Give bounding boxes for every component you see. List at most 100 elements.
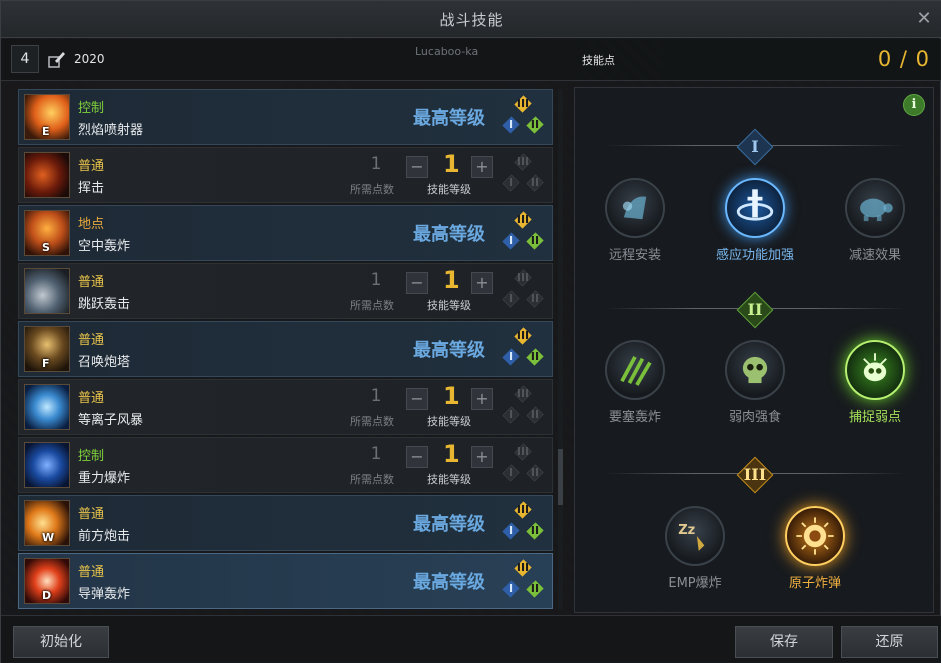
- tier-indicators: III I II: [499, 442, 549, 490]
- tier-1-icon: I: [502, 290, 520, 308]
- skill-points-value: 0 / 0: [877, 47, 930, 71]
- skill-points-label: 技能点: [582, 54, 615, 67]
- info-bar: 4 2020 Lucaboo-ka 技能点 0 / 0: [1, 39, 941, 81]
- tier-2-icon: II: [526, 174, 544, 192]
- tree-node-sensor-boost[interactable]: 感应功能加强: [700, 178, 810, 263]
- skill-level-label: 技能等级: [427, 473, 471, 486]
- tier-1-icon: I: [502, 232, 520, 250]
- tier-1-icon: I: [502, 174, 520, 192]
- skill-type: 控制: [78, 101, 105, 116]
- gravity-blast-icon[interactable]: [24, 442, 70, 488]
- skill-row[interactable]: 普通 跳跃轰击 1 所需点数 − 1 + 技能等级 III I II: [18, 263, 553, 319]
- skill-row[interactable]: 普通 等离子风暴 1 所需点数 − 1 + 技能等级 III I II: [18, 379, 553, 435]
- info-icon[interactable]: i: [903, 94, 925, 116]
- target-icon: [845, 340, 905, 400]
- player-name: Lucaboo-ka: [415, 45, 479, 58]
- hotkey-label: W: [42, 531, 55, 544]
- skill-level-value: 1: [443, 266, 460, 294]
- skill-list: E 控制 烈焰喷射器 最高等级 III I II 普通 挥击 1 所需点数 − 1 …: [18, 89, 553, 611]
- skill-type: 普通: [78, 159, 105, 174]
- skill-type: 普通: [78, 333, 105, 348]
- decrease-level-button[interactable]: −: [406, 272, 428, 294]
- skill-type: 普通: [78, 565, 105, 580]
- tier-indicators: III I II: [499, 500, 549, 548]
- required-points-value: 1: [370, 154, 382, 174]
- tier-2-icon: II: [526, 522, 544, 540]
- reset-button[interactable]: 初始化: [13, 626, 109, 658]
- tier-indicators: III I II: [499, 326, 549, 374]
- scrollbar-thumb[interactable]: [558, 449, 563, 505]
- skill-name: 跳跃轰击: [78, 297, 131, 312]
- max-level-label: 最高等级: [413, 224, 485, 245]
- forward-barrage-icon[interactable]: W: [24, 500, 70, 546]
- restore-button[interactable]: 还原: [841, 626, 938, 658]
- tier-indicators: III I II: [499, 268, 549, 316]
- tier-marker-2: II: [736, 291, 774, 329]
- tier-3-icon: III: [514, 269, 532, 287]
- tier-marker-3: III: [736, 456, 774, 494]
- tree-node-survival[interactable]: 弱肉强食: [700, 340, 810, 425]
- score-value: 2020: [74, 52, 105, 66]
- tree-node-slow-effect[interactable]: 减速效果: [820, 178, 930, 263]
- skill-row[interactable]: 普通 挥击 1 所需点数 − 1 + 技能等级 III I II: [18, 147, 553, 203]
- skill-row[interactable]: 控制 重力爆炸 1 所需点数 − 1 + 技能等级 III I II: [18, 437, 553, 493]
- tier-1-icon: I: [502, 464, 520, 482]
- skill-level-value: 1: [443, 440, 460, 468]
- tier-2-icon: II: [526, 348, 544, 366]
- tier-3-icon: III: [514, 501, 532, 519]
- tree-node-fortress-bombard[interactable]: 要塞轰炸: [580, 340, 690, 425]
- decrease-level-button[interactable]: −: [406, 156, 428, 178]
- max-level-label: 最高等级: [413, 514, 485, 535]
- skill-type: 控制: [78, 449, 105, 464]
- missile-strike-icon[interactable]: D: [24, 558, 70, 604]
- tier-2-icon: II: [526, 232, 544, 250]
- skill-row[interactable]: F 普通 召唤炮塔 最高等级 III I II: [18, 321, 553, 377]
- increase-level-button[interactable]: +: [471, 446, 493, 468]
- skill-type: 普通: [78, 275, 105, 290]
- max-level-label: 最高等级: [413, 572, 485, 593]
- tree-node-emp-blast[interactable]: Zz EMP爆炸: [640, 506, 750, 591]
- skill-row[interactable]: D 普通 导弹轰炸 最高等级 III I II: [18, 553, 553, 609]
- required-points-label: 所需点数: [350, 183, 394, 196]
- tier-2-icon: II: [526, 290, 544, 308]
- flamethrower-icon[interactable]: E: [24, 94, 70, 140]
- increase-level-button[interactable]: +: [471, 388, 493, 410]
- tree-node-catch-weakness[interactable]: 捕捉弱点: [820, 340, 930, 425]
- increase-level-button[interactable]: +: [471, 272, 493, 294]
- required-points-label: 所需点数: [350, 473, 394, 486]
- skill-row[interactable]: W 普通 前方炮击 最高等级 III I II: [18, 495, 553, 551]
- save-button[interactable]: 保存: [735, 626, 833, 658]
- tier-2-icon: II: [526, 464, 544, 482]
- decrease-level-button[interactable]: −: [406, 388, 428, 410]
- tree-node-atomic-bomb[interactable]: 原子炸弹: [760, 506, 870, 591]
- pen-icon: [48, 52, 65, 68]
- skill-level-label: 技能等级: [427, 183, 471, 196]
- close-icon[interactable]: ✕: [914, 9, 934, 29]
- skill-row[interactable]: S 地点 空中轰炸 最高等级 III I II: [18, 205, 553, 261]
- plasma-storm-icon[interactable]: [24, 384, 70, 430]
- atomic-bomb-icon: [785, 506, 845, 566]
- tier-marker-1: I: [736, 128, 774, 166]
- increase-level-button[interactable]: +: [471, 156, 493, 178]
- tier-3-icon: III: [514, 385, 532, 403]
- skill-tree-panel: i I 远程安装 感应功能加强 减速效果 II 要塞轰炸 弱肉强食 捕捉弱点 I…: [574, 87, 934, 613]
- swing-strike-icon[interactable]: [24, 152, 70, 198]
- required-points-value: 1: [370, 444, 382, 464]
- claw-icon: [605, 340, 665, 400]
- skill-row[interactable]: E 控制 烈焰喷射器 最高等级 III I II: [18, 89, 553, 145]
- skill-name: 等离子风暴: [78, 413, 144, 428]
- tier-3-icon: III: [514, 153, 532, 171]
- title-bar: 战斗技能 ✕: [1, 1, 941, 38]
- emp-icon: Zz: [665, 506, 725, 566]
- tree-node-remote-install[interactable]: 远程安装: [580, 178, 690, 263]
- combat-skills-window: 战斗技能 ✕ 4 2020 Lucaboo-ka 技能点 0 / 0 E 控制 …: [0, 0, 941, 663]
- skill-level-value: 1: [443, 150, 460, 178]
- scrollbar-track[interactable]: [558, 89, 563, 609]
- decrease-level-button[interactable]: −: [406, 446, 428, 468]
- skill-level-value: 1: [443, 382, 460, 410]
- required-points-value: 1: [370, 270, 382, 290]
- air-strike-icon[interactable]: S: [24, 210, 70, 256]
- jump-strike-icon[interactable]: [24, 268, 70, 314]
- hotkey-label: S: [42, 241, 50, 254]
- summon-turret-icon[interactable]: F: [24, 326, 70, 372]
